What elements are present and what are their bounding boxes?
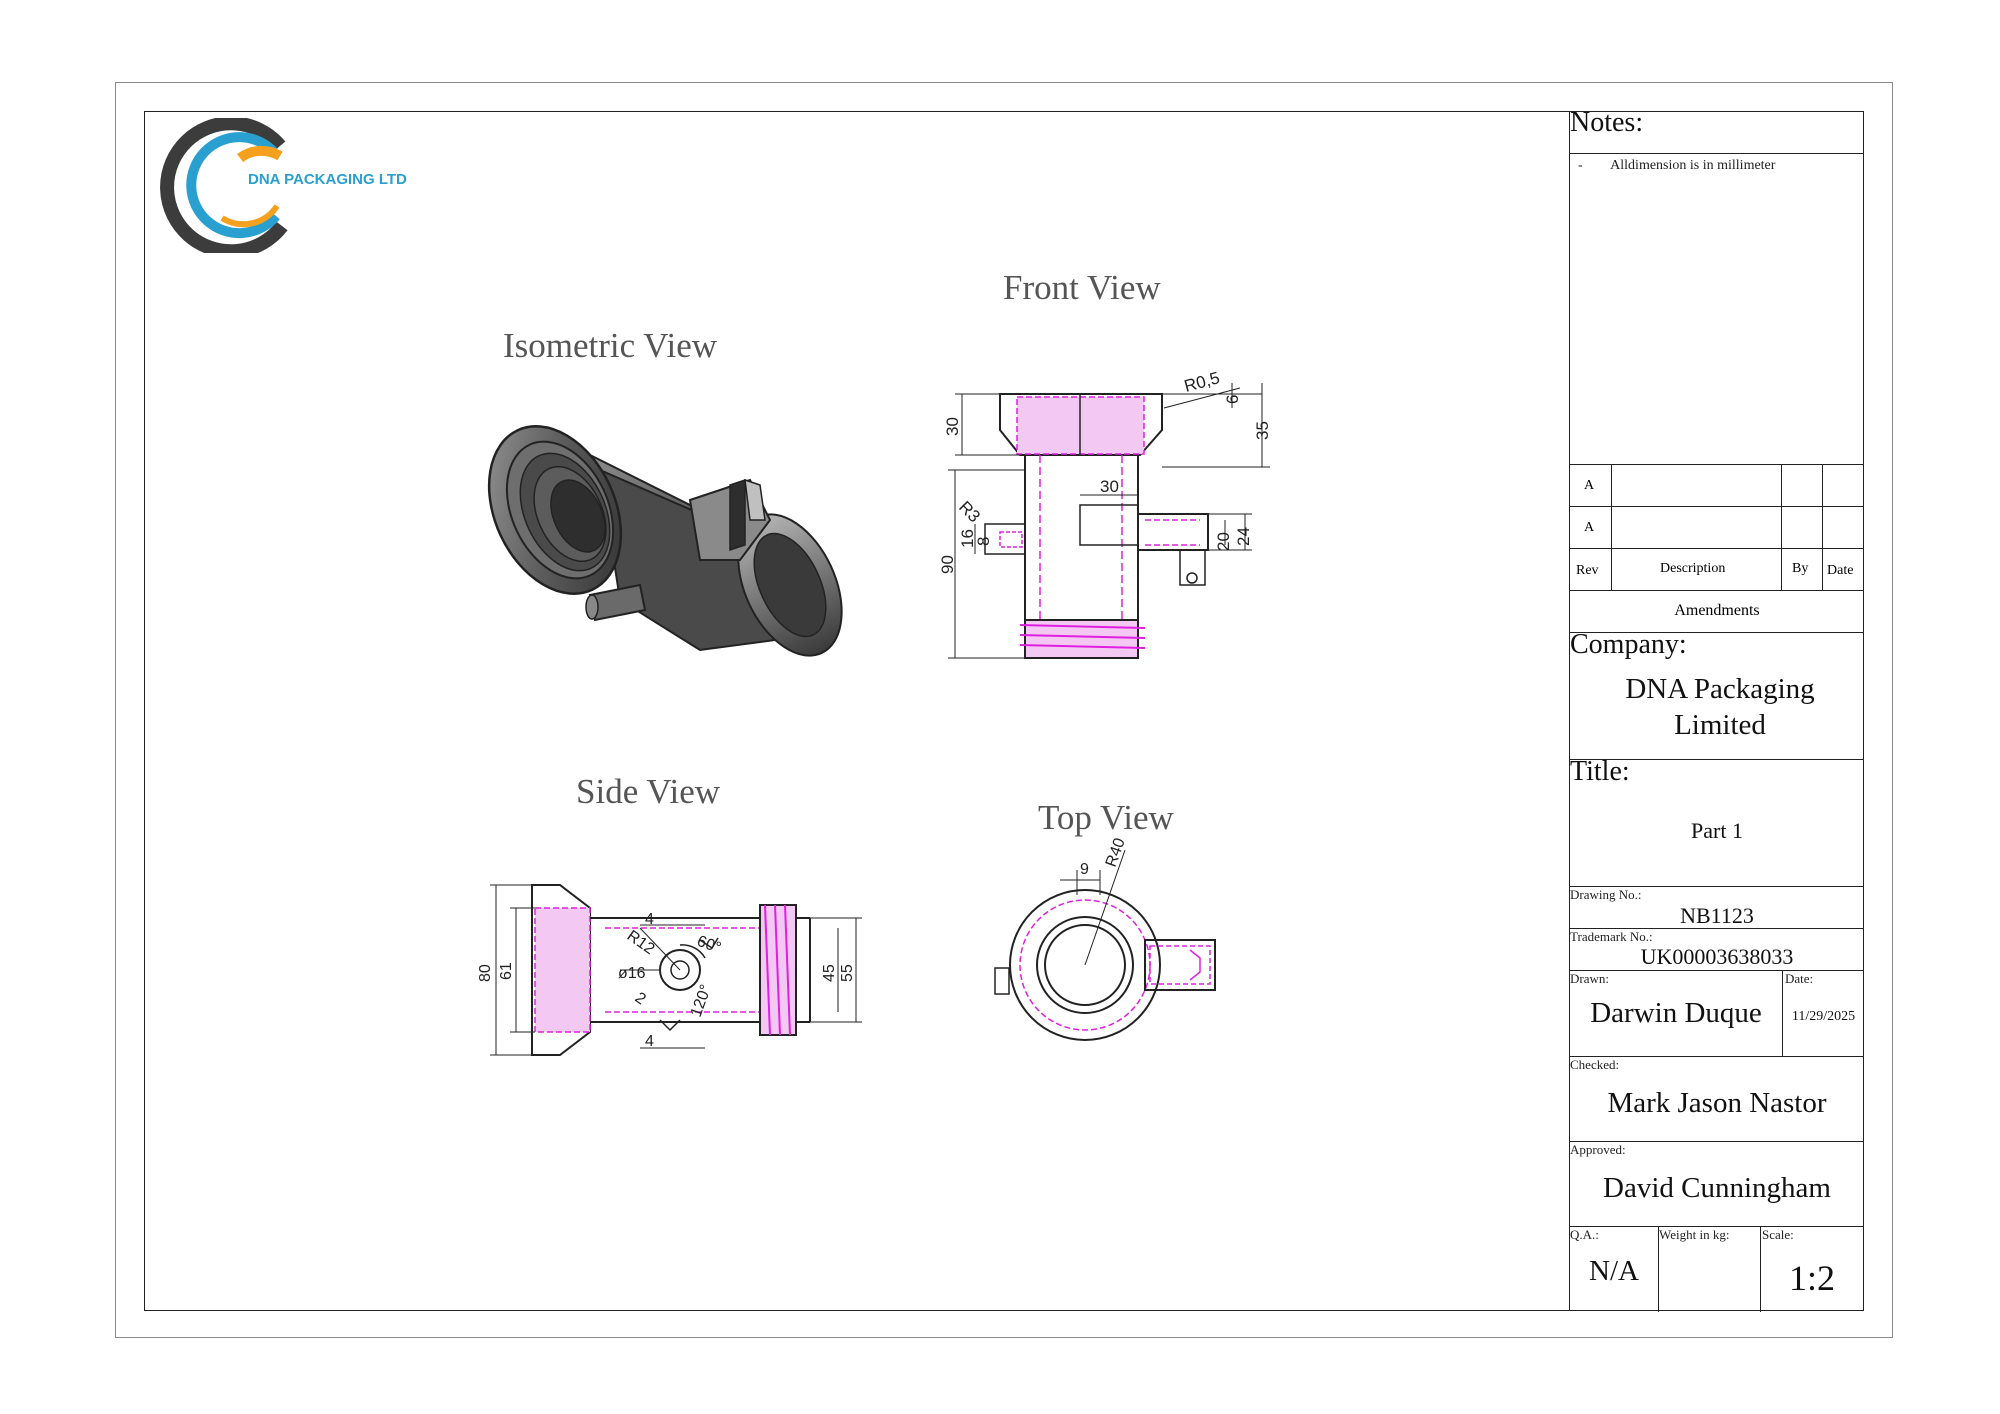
revision-header-description: Description [1660,561,1726,576]
revision-row-2: A [1570,506,1864,549]
notes-divider [1570,153,1864,154]
dim-side-45: 45 [821,964,838,982]
amendments-caption: Amendments [1674,602,1760,619]
dim-front-30-horizontal: 30 [1100,477,1119,496]
drawing-number-value: NB1123 [1680,903,1754,928]
title-label: Title: [1570,756,1630,787]
drawn-section: Drawn: Darwin Duque Date: 11/29/2025 [1570,970,1864,1057]
isometric-view-drawing [487,425,843,657]
dim-side-61: 61 [498,962,515,980]
qa-value: N/A [1589,1255,1639,1287]
approved-label: Approved: [1570,1142,1626,1157]
dim-side-55: 55 [839,964,856,982]
notes-item: - Alldimension is in millimeter [1578,158,1775,174]
revision-row-1-rev: A [1584,478,1595,493]
revision-header-by: By [1792,561,1809,576]
dim-front-8: 8 [974,537,993,546]
qa-label: Q.A.: [1570,1227,1599,1242]
title-value: Part 1 [1691,818,1743,843]
trademark-section: Trademark No.: UK00003638033 [1570,928,1864,970]
revision-row-2-rev: A [1584,520,1595,535]
trademark-label: Trademark No.: [1570,929,1653,944]
dim-side-o16: ø16 [618,965,646,982]
dim-side-2: 2 [632,989,649,1008]
company-name-line1: DNA Packaging [1625,673,1815,705]
side-view-drawing: 80 61 4 R12 60° ø16 2 120° 4 45 55 [477,884,862,1056]
scale-label: Scale: [1762,1227,1794,1242]
date-label: Date: [1785,971,1814,986]
amendments-row: Amendments [1570,590,1864,632]
drawing-number-label: Drawing No.: [1570,887,1642,902]
dim-side-60deg: 60° [695,933,724,957]
dim-side-120deg: 120° [688,982,715,1019]
dim-top-r40: R40 [1103,836,1129,869]
trademark-value: UK00003638033 [1640,944,1794,969]
date-value: 11/29/2025 [1791,1009,1856,1024]
dim-front-30-vertical: 30 [943,417,962,436]
company-name-line2: Limited [1674,709,1766,741]
company-label: Company: [1570,629,1687,660]
notes-text: Alldimension is in millimeter [1610,158,1776,173]
dim-front-r05: R0,5 [1182,368,1222,396]
dim-front-r3: R3 [955,497,984,526]
front-view-drawing: R0,5 6 35 30 30 R3 16 8 90 20 24 [938,368,1272,659]
dim-front-6: 6 [1223,395,1242,404]
checked-value: Mark Jason Nastor [1607,1087,1827,1119]
weight-label: Weight in kg: [1659,1227,1730,1242]
dim-top-9: 9 [1080,861,1089,878]
dim-side-r12: R12 [624,927,658,958]
scale-value: 1:2 [1788,1258,1835,1298]
dim-side-4-bottom: 4 [645,1033,654,1050]
dim-front-90: 90 [938,555,957,574]
dim-side-4-top: 4 [645,911,654,928]
drawn-label: Drawn: [1570,971,1609,986]
revision-header-row: Rev Description By Date [1570,548,1864,591]
dim-side-80: 80 [477,964,494,982]
dim-front-20: 20 [1214,532,1233,551]
company-section: Company: DNA Packaging Limited [1570,629,1864,759]
title-section: Title: Part 1 [1570,756,1864,886]
approved-section: Approved: David Cunningham [1570,1141,1864,1226]
checked-section: Checked: Mark Jason Nastor [1570,1056,1864,1141]
approved-value: David Cunningham [1603,1172,1831,1204]
drawing-number-section: Drawing No.: NB1123 [1570,886,1864,928]
revision-row-1: A [1570,464,1864,507]
checked-label: Checked: [1570,1057,1620,1072]
revision-header-date: Date [1827,563,1854,578]
title-block: Notes: - Alldimension is in millimeter A… [1569,107,1864,1312]
top-view-drawing: 9 R40 [994,836,1216,1041]
dim-front-24: 24 [1234,527,1253,546]
dim-front-35: 35 [1253,421,1272,440]
notes-bullet: - [1578,158,1583,173]
drawn-value: Darwin Duque [1590,997,1762,1029]
revision-header-rev: Rev [1576,563,1599,578]
notes-heading: Notes: [1570,107,1644,138]
qa-weight-scale-section: Q.A.: N/A Weight in kg: Scale: 1:2 [1570,1226,1864,1312]
